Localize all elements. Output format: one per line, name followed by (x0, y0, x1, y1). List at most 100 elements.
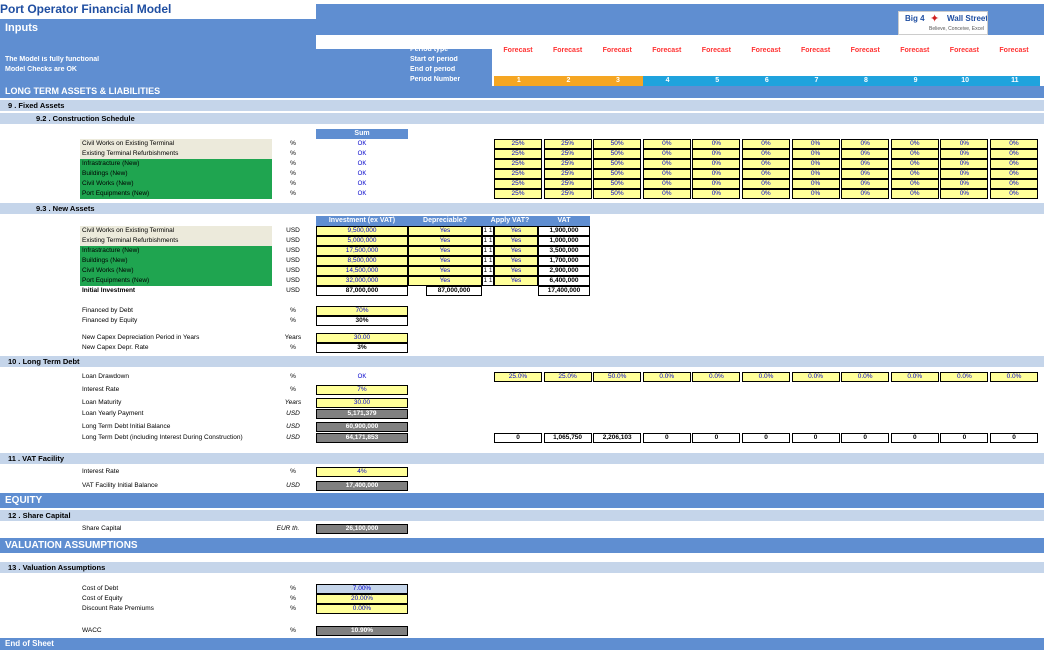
asset-depreciable-input[interactable]: Yes (408, 236, 482, 246)
construction-pct-input[interactable]: 0% (791, 149, 840, 159)
drawdown-pct-input[interactable]: 0.0% (940, 372, 989, 382)
construction-pct-input[interactable]: 0% (692, 189, 741, 199)
construction-pct-input[interactable]: 0% (742, 189, 790, 199)
construction-pct-input[interactable]: 25% (543, 169, 592, 179)
construction-pct-input[interactable]: 0% (841, 139, 890, 149)
asset-investment-input[interactable]: 5,000,000 (316, 236, 408, 246)
construction-pct-input[interactable]: 0% (692, 149, 741, 159)
construction-pct-input[interactable]: 25% (543, 179, 592, 189)
asset-apply-vat-input[interactable]: Yes (494, 236, 538, 246)
construction-pct-input[interactable]: 0% (890, 149, 939, 159)
construction-pct-input[interactable]: 0% (742, 139, 790, 149)
asset-depreciable-input[interactable]: Yes (408, 256, 482, 266)
construction-pct-input[interactable]: 0% (692, 159, 741, 169)
asset-depreciable-input[interactable]: Yes (408, 246, 482, 256)
cost-of-equity-input[interactable]: 20.00% (316, 594, 408, 604)
drawdown-pct-input[interactable]: 0.0% (791, 372, 840, 382)
construction-pct-input[interactable]: 0% (642, 149, 691, 159)
construction-pct-input[interactable]: 0% (742, 159, 790, 169)
construction-pct-input[interactable]: 25% (543, 139, 592, 149)
construction-pct-input[interactable]: 0% (841, 179, 890, 189)
construction-pct-input[interactable]: 25% (543, 159, 592, 169)
asset-apply-vat-input[interactable]: Yes (494, 256, 538, 266)
construction-pct-input[interactable]: 0% (692, 169, 741, 179)
construction-pct-input[interactable]: 0% (642, 179, 691, 189)
drawdown-pct-input[interactable]: 25.0% (543, 372, 592, 382)
interest-rate-input[interactable]: 7% (316, 385, 408, 395)
construction-pct-input[interactable]: 0% (890, 189, 939, 199)
construction-pct-input[interactable]: 0% (890, 139, 939, 149)
construction-pct-input[interactable]: 0% (692, 179, 741, 189)
construction-pct-input[interactable]: 0% (940, 159, 989, 169)
drawdown-pct-input[interactable]: 0.0% (742, 372, 790, 382)
construction-pct-input[interactable]: 50% (593, 179, 642, 189)
construction-pct-input[interactable]: 50% (593, 189, 642, 199)
asset-depreciable-input[interactable]: Yes (408, 276, 482, 286)
asset-investment-input[interactable]: 14,500,000 (316, 266, 408, 276)
construction-pct-input[interactable]: 0% (990, 169, 1038, 179)
construction-pct-input[interactable]: 0% (692, 139, 741, 149)
construction-pct-input[interactable]: 50% (593, 149, 642, 159)
asset-apply-vat-input[interactable]: Yes (494, 266, 538, 276)
drawdown-pct-input[interactable]: 0.0% (990, 372, 1038, 382)
construction-pct-input[interactable]: 25% (494, 169, 542, 179)
dep-period-input[interactable]: 30.00 (316, 333, 408, 343)
construction-pct-input[interactable]: 0% (940, 169, 989, 179)
construction-pct-input[interactable]: 0% (742, 179, 790, 189)
drawdown-pct-input[interactable]: 25.0% (494, 372, 542, 382)
drawdown-pct-input[interactable]: 0.0% (841, 372, 890, 382)
construction-pct-input[interactable]: 0% (990, 179, 1038, 189)
construction-pct-input[interactable]: 0% (841, 189, 890, 199)
construction-pct-input[interactable]: 0% (940, 179, 989, 189)
asset-investment-input[interactable]: 32,000,000 (316, 276, 408, 286)
drawdown-pct-input[interactable]: 0.0% (642, 372, 691, 382)
construction-pct-input[interactable]: 50% (593, 169, 642, 179)
cost-of-debt-input[interactable]: 7.00% (316, 584, 408, 594)
construction-pct-input[interactable]: 0% (940, 149, 989, 159)
construction-pct-input[interactable]: 0% (940, 139, 989, 149)
asset-apply-vat-input[interactable]: Yes (494, 276, 538, 286)
construction-pct-input[interactable]: 25% (494, 139, 542, 149)
construction-pct-input[interactable]: 50% (593, 139, 642, 149)
construction-pct-input[interactable]: 0% (791, 169, 840, 179)
construction-pct-input[interactable]: 0% (890, 159, 939, 169)
construction-pct-input[interactable]: 0% (841, 159, 890, 169)
construction-pct-input[interactable]: 0% (990, 149, 1038, 159)
construction-pct-input[interactable]: 0% (940, 189, 989, 199)
construction-pct-input[interactable]: 0% (990, 189, 1038, 199)
construction-pct-input[interactable]: 25% (494, 149, 542, 159)
construction-pct-input[interactable]: 0% (642, 169, 691, 179)
construction-pct-input[interactable]: 0% (841, 169, 890, 179)
construction-pct-input[interactable]: 25% (494, 189, 542, 199)
asset-depreciable-input[interactable]: Yes (408, 266, 482, 276)
asset-investment-input[interactable]: 8,500,000 (316, 256, 408, 266)
construction-pct-input[interactable]: 25% (494, 179, 542, 189)
asset-depreciable-input[interactable]: Yes (408, 226, 482, 236)
drawdown-pct-input[interactable]: 0.0% (890, 372, 939, 382)
vat-interest-input[interactable]: 4% (316, 467, 408, 477)
construction-pct-input[interactable]: 0% (990, 159, 1038, 169)
construction-pct-input[interactable]: 0% (642, 159, 691, 169)
construction-pct-input[interactable]: 0% (791, 189, 840, 199)
construction-pct-input[interactable]: 0% (791, 179, 840, 189)
construction-pct-input[interactable]: 0% (642, 189, 691, 199)
loan-maturity-input[interactable]: 30.00 (316, 398, 408, 408)
construction-pct-input[interactable]: 0% (890, 169, 939, 179)
discount-premium-input[interactable]: 0.00% (316, 604, 408, 614)
construction-pct-input[interactable]: 0% (990, 139, 1038, 149)
construction-pct-input[interactable]: 50% (593, 159, 642, 169)
construction-pct-input[interactable]: 25% (543, 189, 592, 199)
construction-pct-input[interactable]: 25% (543, 149, 592, 159)
construction-pct-input[interactable]: 0% (890, 179, 939, 189)
asset-investment-input[interactable]: 17,500,000 (316, 246, 408, 256)
asset-apply-vat-input[interactable]: Yes (494, 246, 538, 256)
construction-pct-input[interactable]: 0% (642, 139, 691, 149)
construction-pct-input[interactable]: 0% (742, 169, 790, 179)
construction-pct-input[interactable]: 0% (791, 159, 840, 169)
construction-pct-input[interactable]: 0% (841, 149, 890, 159)
drawdown-pct-input[interactable]: 50.0% (593, 372, 642, 382)
construction-pct-input[interactable]: 0% (742, 149, 790, 159)
asset-investment-input[interactable]: 9,500,000 (316, 226, 408, 236)
financed-debt-input[interactable]: 70% (316, 306, 408, 316)
drawdown-pct-input[interactable]: 0.0% (692, 372, 741, 382)
